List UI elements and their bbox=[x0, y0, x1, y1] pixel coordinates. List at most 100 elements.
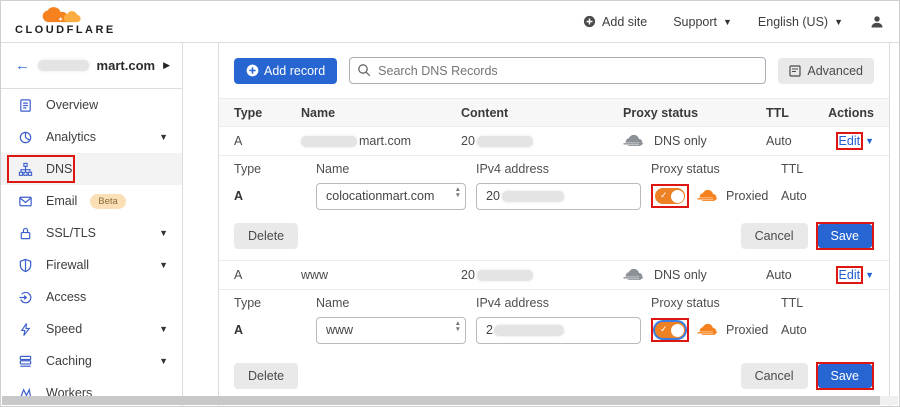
toggle-knob bbox=[671, 190, 684, 203]
domain-header: ← mart.com ▶ bbox=[1, 43, 182, 89]
lock-icon bbox=[17, 225, 33, 241]
bolt-icon bbox=[17, 321, 33, 337]
sidebar-item-firewall[interactable]: Firewall ▼ bbox=[1, 249, 182, 281]
add-site-button[interactable]: Add site bbox=[583, 15, 647, 29]
name-input[interactable] bbox=[316, 183, 466, 210]
stepper-arrows-icon[interactable]: ▲▼ bbox=[455, 321, 461, 334]
advanced-label: Advanced bbox=[807, 64, 863, 78]
ttl-value: Auto bbox=[781, 323, 874, 337]
delete-button[interactable]: Delete bbox=[234, 223, 298, 249]
name-input[interactable] bbox=[316, 317, 466, 344]
edit-annotation-box: Edit bbox=[836, 132, 864, 150]
analytics-icon bbox=[17, 129, 33, 145]
edit-annotation-box: Edit bbox=[836, 266, 864, 284]
record-content: 20 bbox=[461, 134, 623, 148]
proxy-status-label: Proxy status bbox=[651, 296, 781, 312]
sidebar-item-dns[interactable]: DNS bbox=[1, 153, 182, 185]
advanced-settings-icon bbox=[789, 65, 801, 77]
redacted-domain-prefix bbox=[38, 60, 89, 71]
stack-icon bbox=[17, 353, 33, 369]
proxy-toggle[interactable]: ✓ bbox=[655, 322, 685, 338]
stepper-arrows-icon[interactable]: ▲▼ bbox=[455, 187, 461, 200]
save-button[interactable]: Save bbox=[818, 224, 873, 248]
edit-button[interactable]: Edit bbox=[839, 268, 861, 282]
sidebar-content-gap bbox=[183, 43, 218, 407]
add-record-button[interactable]: Add record bbox=[234, 58, 337, 84]
plus-circle-icon bbox=[583, 15, 596, 28]
cloudflare-dashboard: CLOUDFLARE Add site Support ▼ English (U… bbox=[0, 0, 900, 407]
support-menu[interactable]: Support ▼ bbox=[673, 15, 732, 29]
form-values-row: A ▲▼ ✓ bbox=[219, 182, 889, 210]
proxied-cloud-icon bbox=[697, 189, 719, 203]
cancel-button[interactable]: Cancel bbox=[741, 223, 808, 249]
dns-only-cloud-icon bbox=[623, 268, 645, 282]
search-icon bbox=[357, 63, 371, 77]
sidebar-item-access[interactable]: Access bbox=[1, 281, 182, 313]
ttl-label: TTL bbox=[781, 296, 874, 312]
language-label: English (US) bbox=[758, 15, 828, 29]
check-icon: ✓ bbox=[660, 324, 668, 335]
ipv4-label: IPv4 address bbox=[476, 162, 651, 178]
chevron-down-icon[interactable]: ▼ bbox=[865, 136, 874, 146]
name-input-wrapper: ▲▼ bbox=[316, 183, 466, 210]
scrollbar-thumb[interactable] bbox=[2, 396, 880, 405]
cancel-button[interactable]: Cancel bbox=[741, 363, 808, 389]
language-menu[interactable]: English (US) ▼ bbox=[758, 15, 843, 29]
edit-record-form: Type Name IPv4 address Proxy status TTL … bbox=[219, 156, 889, 261]
edit-record-form: Type Name IPv4 address Proxy status TTL … bbox=[219, 290, 889, 400]
sidebar-item-ssl-tls[interactable]: SSL/TLS ▼ bbox=[1, 217, 182, 249]
save-annotation-box: Save bbox=[816, 222, 875, 250]
header-type: Type bbox=[234, 106, 301, 120]
ttl-label: TTL bbox=[781, 162, 874, 178]
access-icon bbox=[17, 289, 33, 305]
redacted-content bbox=[477, 136, 533, 147]
dns-only-cloud-icon bbox=[623, 134, 645, 148]
record-proxy-status: DNS only bbox=[623, 134, 766, 148]
sidebar-item-label: Email bbox=[46, 194, 77, 208]
sidebar-item-speed[interactable]: Speed ▼ bbox=[1, 313, 182, 345]
name-label: Name bbox=[316, 296, 476, 312]
cloudflare-logo[interactable]: CLOUDFLARE bbox=[15, 7, 116, 36]
search-wrapper bbox=[349, 57, 766, 84]
type-label: Type bbox=[234, 296, 316, 312]
record-actions: Edit ▼ bbox=[836, 132, 874, 150]
sidebar-item-overview[interactable]: Overview bbox=[1, 89, 182, 121]
user-account-button[interactable] bbox=[869, 14, 885, 30]
advanced-button[interactable]: Advanced bbox=[778, 58, 874, 84]
record-ttl: Auto bbox=[766, 268, 821, 282]
toggle-annotation-box: ✓ bbox=[651, 184, 689, 208]
sidebar-item-label: Access bbox=[46, 290, 86, 304]
redacted-content bbox=[477, 270, 533, 281]
plus-circle-icon bbox=[246, 64, 259, 77]
chevron-down-icon: ▼ bbox=[159, 228, 168, 238]
chevron-down-icon[interactable]: ▼ bbox=[865, 270, 874, 280]
edit-button[interactable]: Edit bbox=[839, 134, 861, 148]
type-label: Type bbox=[234, 162, 316, 178]
proxy-toggle[interactable]: ✓ bbox=[655, 188, 685, 204]
header-ttl: TTL bbox=[766, 106, 821, 120]
ipv4-input-wrapper bbox=[476, 317, 641, 344]
delete-button[interactable]: Delete bbox=[234, 363, 298, 389]
type-value: A bbox=[234, 189, 316, 203]
record-proxy-status: DNS only bbox=[623, 268, 766, 282]
sidebar-item-email[interactable]: Email Beta bbox=[1, 185, 182, 217]
email-icon bbox=[17, 193, 33, 209]
sidebar-item-caching[interactable]: Caching ▼ bbox=[1, 345, 182, 377]
shield-icon bbox=[17, 257, 33, 273]
sidebar-item-label: Speed bbox=[46, 322, 82, 336]
sidebar: ← mart.com ▶ Overview Analytics ▼ bbox=[1, 43, 183, 407]
save-button[interactable]: Save bbox=[818, 364, 873, 388]
chevron-right-icon[interactable]: ▶ bbox=[163, 60, 170, 71]
redacted-name bbox=[301, 136, 357, 147]
back-arrow-icon[interactable]: ← bbox=[15, 57, 30, 74]
horizontal-scrollbar[interactable] bbox=[2, 396, 898, 405]
record-name: mart.com bbox=[301, 134, 461, 148]
proxied-state-label: Proxied bbox=[726, 323, 768, 337]
header-proxy-status: Proxy status bbox=[623, 106, 766, 120]
user-icon bbox=[869, 14, 885, 30]
toggle-annotation-box: ✓ bbox=[651, 318, 689, 342]
sidebar-item-analytics[interactable]: Analytics ▼ bbox=[1, 121, 182, 153]
form-footer: Delete Cancel Save bbox=[219, 222, 889, 250]
search-dns-input[interactable] bbox=[349, 57, 766, 84]
logo-wordmark: CLOUDFLARE bbox=[15, 25, 116, 36]
